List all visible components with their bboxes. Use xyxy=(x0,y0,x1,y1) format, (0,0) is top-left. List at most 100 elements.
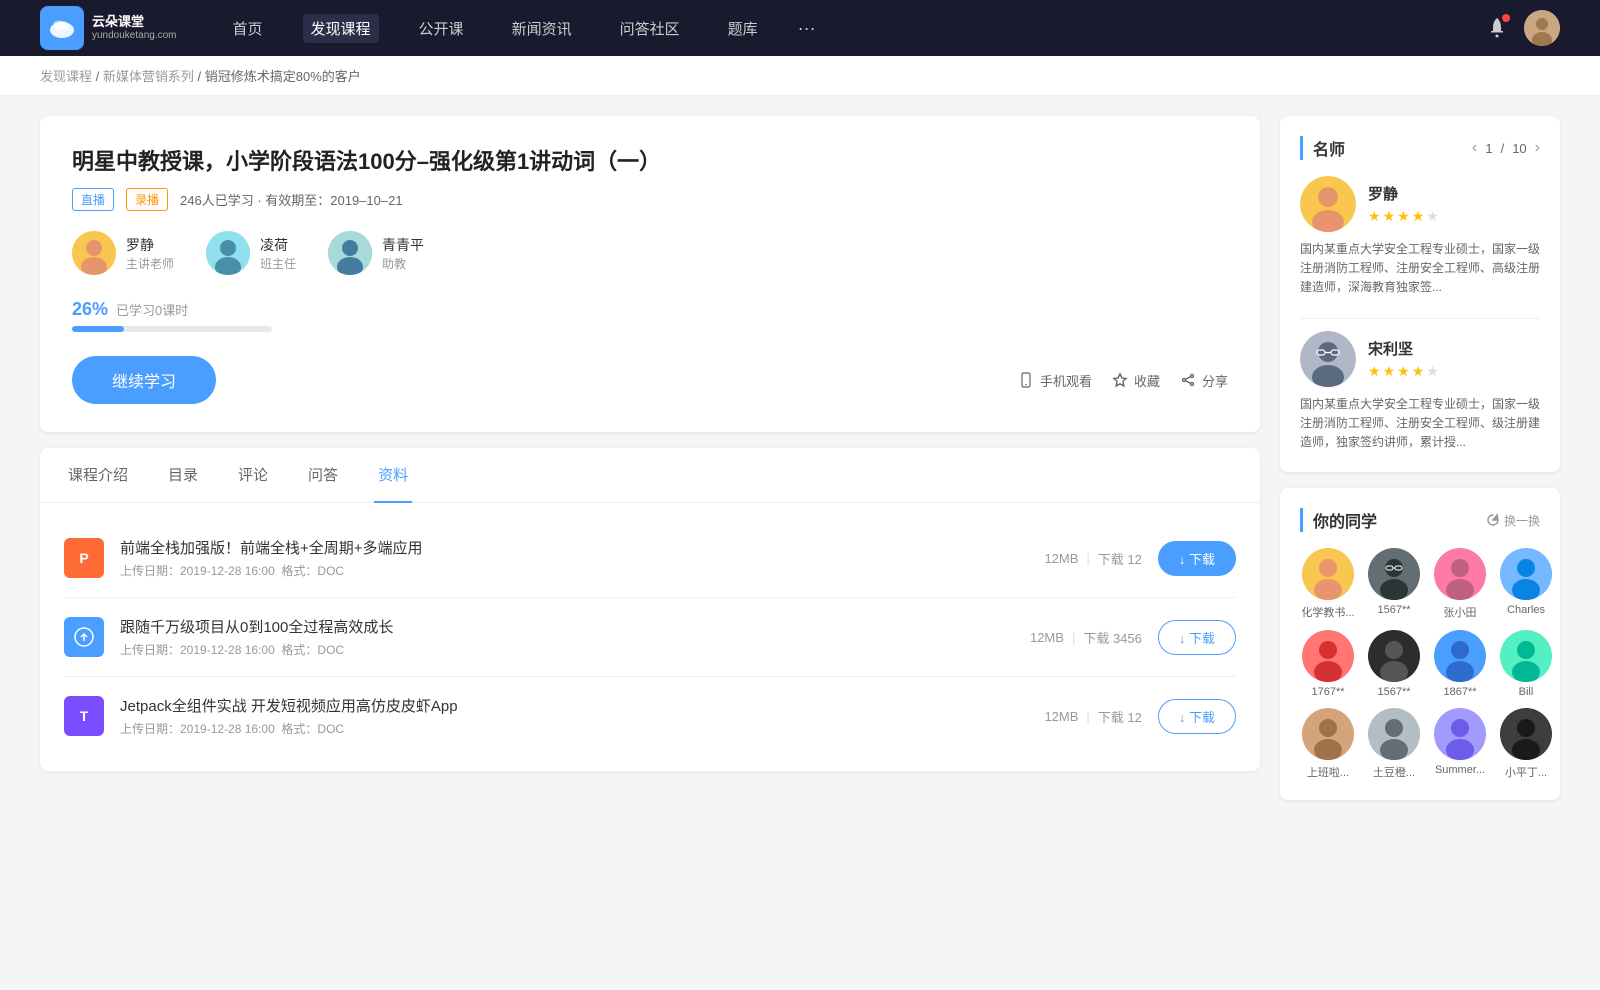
nav-qa[interactable]: 问答社区 xyxy=(612,14,688,43)
teacher-panel-avatar-luojing xyxy=(1300,176,1356,232)
breadcrumb-link-series[interactable]: 新媒体营销系列 xyxy=(103,69,194,84)
student-avatar-0[interactable] xyxy=(1302,548,1354,600)
share-button[interactable]: 分享 xyxy=(1180,371,1228,390)
student-avatar-11[interactable] xyxy=(1500,708,1552,760)
student-avatar-4[interactable] xyxy=(1302,630,1354,682)
teachers-panel-nav: ‹ 1 / 10 › xyxy=(1472,140,1540,156)
file-info-1: 前端全栈加强版！前端全栈+全周期+多端应用 上传日期：2019-12-28 16… xyxy=(120,537,1028,579)
course-card: 明星中教授课，小学阶段语法100分–强化级第1讲动词（一） 直播 录播 246人… xyxy=(40,116,1260,432)
file-meta-1: 上传日期：2019-12-28 16:00 格式：DOC xyxy=(120,562,1028,579)
student-avatar-8[interactable] xyxy=(1302,708,1354,760)
file-meta-2: 上传日期：2019-12-28 16:00 格式：DOC xyxy=(120,641,1014,658)
student-avatar-9[interactable] xyxy=(1368,708,1420,760)
download-button-2[interactable]: ↓ 下载 xyxy=(1158,620,1236,655)
student-avatar-10[interactable] xyxy=(1434,708,1486,760)
teacher-avatar-img-luojing xyxy=(72,231,116,275)
refresh-students-button[interactable]: 换一换 xyxy=(1486,512,1540,529)
teachers-next-button[interactable]: › xyxy=(1535,140,1540,156)
collect-button[interactable]: 收藏 xyxy=(1112,371,1160,390)
student-avatar-img-8 xyxy=(1302,708,1354,760)
student-avatar-1[interactable] xyxy=(1368,548,1420,600)
teacher-role-luojing: 主讲老师 xyxy=(126,255,174,272)
tab-materials[interactable]: 资料 xyxy=(374,448,412,503)
teacher-entry-luojing: 罗静 ★★★★★ 国内某重点大学安全工程专业硕士，国家一级注册消防工程师、注册安… xyxy=(1300,176,1540,298)
tab-intro[interactable]: 课程介绍 xyxy=(64,448,132,503)
navbar: 云朵课堂 yundouketang.com 首页 发现课程 公开课 新闻资讯 问… xyxy=(0,0,1600,56)
student-name-8: 上班啦... xyxy=(1300,764,1356,780)
logo[interactable]: 云朵课堂 yundouketang.com xyxy=(40,6,177,50)
file-stats-2: 12MB | 下载 3456 xyxy=(1030,628,1142,647)
student-avatar-img-3 xyxy=(1500,548,1552,600)
student-avatar-2[interactable] xyxy=(1434,548,1486,600)
breadcrumb-link-discover[interactable]: 发现课程 xyxy=(40,69,92,84)
student-name-11: 小平丁... xyxy=(1498,764,1554,780)
students-panel-header: 你的同学 换一换 xyxy=(1300,508,1540,532)
nav-news[interactable]: 新闻资讯 xyxy=(504,14,580,43)
file-stats-3: 12MB | 下载 12 xyxy=(1044,707,1141,726)
file-name-1: 前端全栈加强版！前端全栈+全周期+多端应用 xyxy=(120,537,1028,558)
teacher-avatar-img-qingqingp xyxy=(328,231,372,275)
progress-hint: 已学习0课时 xyxy=(116,300,188,319)
student-name-5: 1567** xyxy=(1366,686,1422,698)
teacher-panel-avatar-songlijian xyxy=(1300,331,1356,387)
breadcrumb: 发现课程 / 新媒体营销系列 / 销冠修炼术搞定80%的客户 xyxy=(0,56,1600,96)
student-10: Summer... xyxy=(1432,708,1488,780)
student-3: Charles xyxy=(1498,548,1554,620)
teacher-panel-namearea-songlijian: 宋利坚 ★★★★★ xyxy=(1368,338,1439,380)
student-7: Bill xyxy=(1498,630,1554,698)
file-meta-3: 上传日期：2019-12-28 16:00 格式：DOC xyxy=(120,720,1028,737)
nav-discover[interactable]: 发现课程 xyxy=(303,14,379,43)
teacher-avatar-qingqingp xyxy=(328,231,372,275)
student-avatar-6[interactable] xyxy=(1434,630,1486,682)
teacher-avatar-img-lingh xyxy=(206,231,250,275)
teacher-name-luojing: 罗静 xyxy=(126,235,174,255)
student-name-6: 1867** xyxy=(1432,686,1488,698)
teacher-entry-songlijian: 宋利坚 ★★★★★ 国内某重点大学安全工程专业硕士，国家一级注册消防工程师、注册… xyxy=(1300,331,1540,453)
student-avatar-img-2 xyxy=(1434,548,1486,600)
right-panel: 名师 ‹ 1 / 10 › xyxy=(1280,116,1560,800)
course-title: 明星中教授课，小学阶段语法100分–强化级第1讲动词（一） xyxy=(72,144,1228,176)
user-avatar[interactable] xyxy=(1524,10,1560,46)
student-avatar-3[interactable] xyxy=(1500,548,1552,600)
student-name-9: 土豆橙... xyxy=(1366,764,1422,780)
nav-home[interactable]: 首页 xyxy=(225,14,271,43)
mobile-watch-button[interactable]: 手机观看 xyxy=(1018,371,1092,390)
tab-catalog[interactable]: 目录 xyxy=(164,448,202,503)
file-info-2: 跟随千万级项目从0到100全过程高效成长 上传日期：2019-12-28 16:… xyxy=(120,616,1014,658)
download-button-3[interactable]: ↓ 下载 xyxy=(1158,699,1236,734)
badge-record: 录播 xyxy=(126,188,168,211)
file-name-3: Jetpack全组件实战 开发短视频应用高仿皮皮虾App xyxy=(120,695,1028,716)
teachers-prev-button[interactable]: ‹ xyxy=(1472,140,1477,156)
breadcrumb-current: 销冠修炼术搞定80%的客户 xyxy=(205,69,361,84)
student-name-4: 1767** xyxy=(1300,686,1356,698)
teachers-page: 1 xyxy=(1485,141,1492,156)
tab-qa[interactable]: 问答 xyxy=(304,448,342,503)
share-icon xyxy=(1180,372,1196,388)
teacher-role-qingqingp: 助教 xyxy=(382,255,424,272)
notification-bell[interactable] xyxy=(1486,16,1508,41)
student-avatar-7[interactable] xyxy=(1500,630,1552,682)
nav-open[interactable]: 公开课 xyxy=(411,14,472,43)
main-layout: 明星中教授课，小学阶段语法100分–强化级第1讲动词（一） 直播 录播 246人… xyxy=(0,96,1600,820)
progress-label: 26% 已学习0课时 xyxy=(72,299,1228,320)
teacher-panel-img-luojing xyxy=(1300,176,1356,232)
student-1: 1567** xyxy=(1366,548,1422,620)
teacher-panel-stars-luojing: ★★★★★ xyxy=(1368,208,1439,225)
file-stats-1: 12MB | 下载 12 xyxy=(1044,549,1141,568)
nav-quiz[interactable]: 题库 xyxy=(720,14,766,43)
download-button-1[interactable]: ↓ 下载 xyxy=(1158,541,1236,576)
continue-learning-button[interactable]: 继续学习 xyxy=(72,356,216,404)
student-avatar-5[interactable] xyxy=(1368,630,1420,682)
progress-percent: 26% xyxy=(72,299,108,320)
nav-right xyxy=(1486,10,1560,46)
tab-comments[interactable]: 评论 xyxy=(234,448,272,503)
student-name-1: 1567** xyxy=(1366,604,1422,616)
student-avatar-img-11 xyxy=(1500,708,1552,760)
avatar-image xyxy=(1524,10,1560,46)
student-6: 1867** xyxy=(1432,630,1488,698)
teacher-lingh: 凌荷 班主任 xyxy=(206,231,296,275)
tabs-section: 课程介绍 目录 评论 问答 资料 P 前端全栈加强版！前端全栈+全周期+多端应用… xyxy=(40,448,1260,771)
course-meta: 直播 录播 246人已学习 · 有效期至：2019–10–21 xyxy=(72,188,1228,211)
nav-more[interactable]: ··· xyxy=(798,18,816,39)
logo-text: 云朵课堂 yundouketang.com xyxy=(92,14,177,42)
